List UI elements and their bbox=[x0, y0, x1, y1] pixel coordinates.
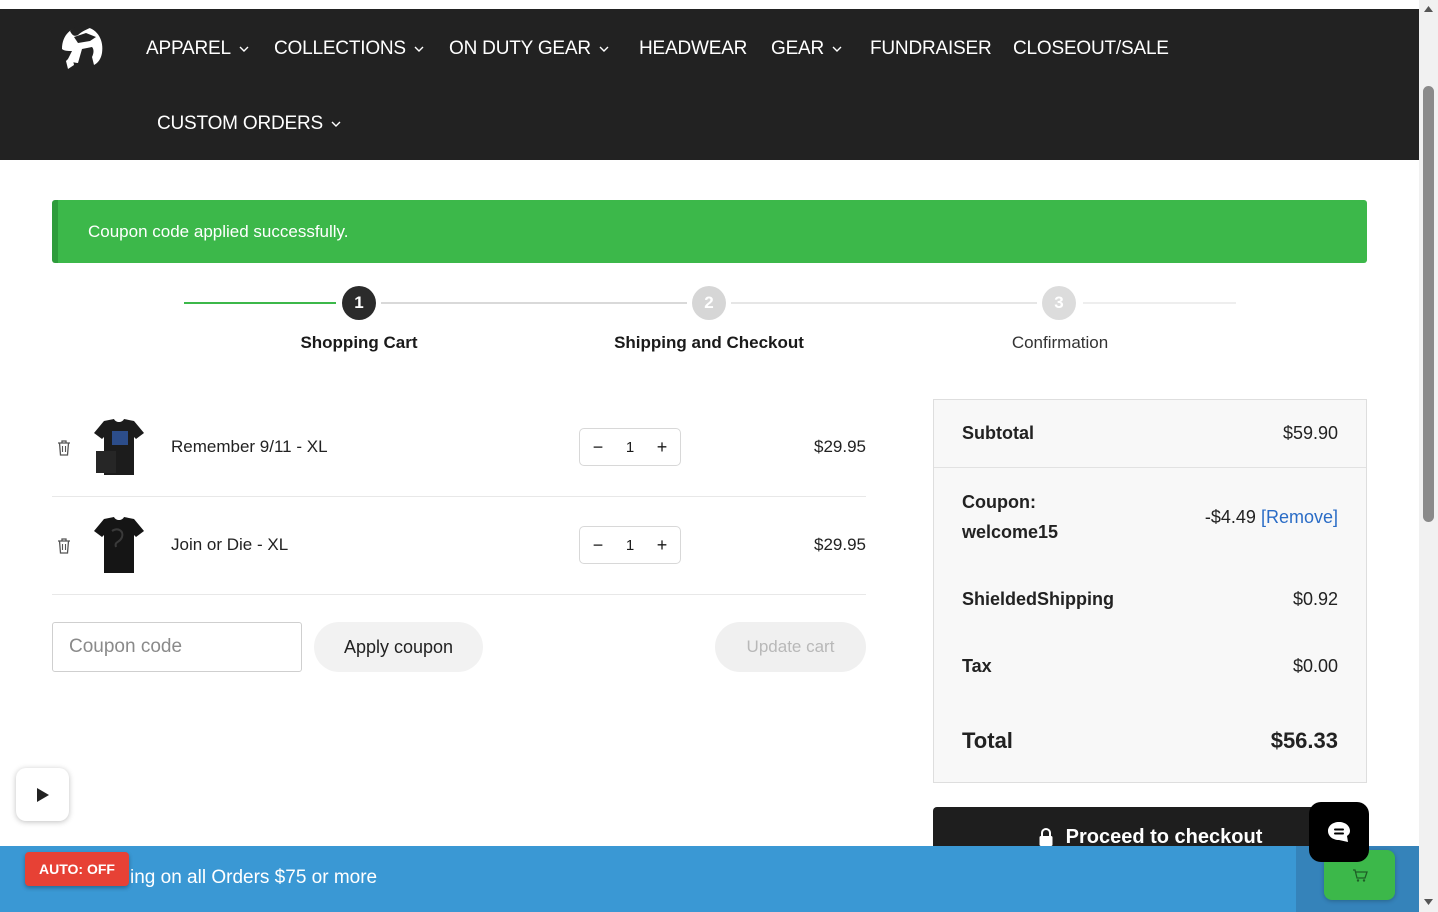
tax-label: Tax bbox=[962, 655, 992, 676]
lock-icon bbox=[1039, 828, 1053, 846]
decrease-quantity-button[interactable]: − bbox=[590, 438, 606, 456]
scroll-down-arrow-icon[interactable] bbox=[1423, 897, 1434, 907]
increase-quantity-button[interactable]: + bbox=[654, 536, 670, 554]
shipping-value: $0.92 bbox=[1292, 588, 1338, 609]
product-thumbnail[interactable] bbox=[92, 417, 146, 477]
apply-coupon-button[interactable]: Apply coupon bbox=[314, 622, 483, 672]
step-line bbox=[381, 302, 687, 304]
step-3-number: 3 bbox=[1054, 293, 1064, 312]
nav-custom-orders-label: CUSTOM ORDERS bbox=[157, 113, 323, 134]
chevron-down-icon bbox=[599, 46, 609, 52]
nav-custom-orders[interactable]: CUSTOM ORDERS bbox=[157, 113, 341, 135]
step-1-number: 1 bbox=[354, 293, 364, 312]
remove-coupon-link[interactable]: [Remove] bbox=[1261, 507, 1338, 527]
chevron-down-icon bbox=[832, 46, 842, 52]
coupon-code-name: welcome15 bbox=[962, 522, 1059, 542]
update-cart-label: Update cart bbox=[746, 637, 835, 656]
subtotal-label: Subtotal bbox=[962, 423, 1034, 443]
chat-icon bbox=[1328, 822, 1350, 842]
cart-icon bbox=[1352, 869, 1368, 882]
total-row: Total $56.33 bbox=[934, 716, 1366, 766]
nav-collections[interactable]: COLLECTIONS bbox=[274, 38, 424, 60]
coupon-label: Coupon: welcome15 bbox=[962, 487, 1058, 547]
shipping-row: ShieldedShipping $0.92 bbox=[934, 576, 1366, 622]
item-price: $29.95 bbox=[814, 437, 866, 456]
coupon-label-title: Coupon: bbox=[962, 492, 1036, 512]
nav-apparel[interactable]: APPAREL bbox=[146, 38, 249, 60]
nav-gear-label: GEAR bbox=[771, 38, 825, 59]
product-name[interactable]: Remember 9/11 - XL bbox=[171, 437, 328, 457]
nav-closeout-sale-label: CLOSEOUT/SALE bbox=[1013, 38, 1169, 59]
top-strip bbox=[0, 0, 1419, 9]
tax-row: Tax $0.00 bbox=[934, 643, 1366, 689]
nav-headwear-label: HEADWEAR bbox=[639, 38, 748, 59]
cart-item-row: Join or Die - XL − 1 + $29.95 bbox=[52, 497, 866, 595]
chevron-down-icon bbox=[239, 46, 249, 52]
step-3-circle: 3 bbox=[1042, 286, 1076, 320]
order-summary: Subtotal $59.90 Coupon: welcome15 -$4.49… bbox=[933, 399, 1367, 783]
step-progress-line bbox=[184, 302, 336, 304]
chat-widget-button[interactable] bbox=[1309, 802, 1369, 862]
step-1-circle: 1 bbox=[342, 286, 376, 320]
nav-gear[interactable]: GEAR bbox=[771, 38, 842, 60]
step-1-label: Shopping Cart bbox=[300, 333, 418, 352]
step-line bbox=[731, 302, 1037, 304]
step-2-label: Shipping and Checkout bbox=[614, 333, 804, 352]
trash-icon[interactable] bbox=[56, 537, 72, 555]
nav-on-duty-gear-label: ON DUTY GEAR bbox=[449, 38, 591, 59]
promo-text: ing on all Orders $75 or more bbox=[130, 867, 378, 888]
total-value: $56.33 bbox=[1270, 728, 1338, 753]
trash-icon[interactable] bbox=[56, 439, 72, 457]
auto-toggle-badge[interactable]: AUTO: OFF bbox=[25, 852, 129, 886]
tax-value: $0.00 bbox=[1292, 655, 1338, 676]
step-3-label: Confirmation bbox=[1011, 333, 1109, 352]
apply-coupon-label: Apply coupon bbox=[343, 636, 454, 657]
coupon-success-alert: Coupon code applied successfully. bbox=[52, 200, 1367, 263]
quantity-value[interactable]: 1 bbox=[626, 439, 634, 456]
step-2-circle: 2 bbox=[692, 286, 726, 320]
subtotal-value: $59.90 bbox=[1282, 423, 1338, 443]
item-price: $29.95 bbox=[814, 535, 866, 554]
play-icon bbox=[36, 787, 49, 802]
nav-fundraiser-label: FUNDRAISER bbox=[870, 38, 992, 59]
quantity-stepper: − 1 + bbox=[579, 526, 681, 564]
product-thumbnail[interactable] bbox=[92, 515, 146, 575]
alert-message: Coupon code applied successfully. bbox=[88, 221, 349, 241]
decrease-quantity-button[interactable]: − bbox=[590, 536, 606, 554]
update-cart-button[interactable]: Update cart bbox=[715, 622, 866, 672]
play-button[interactable] bbox=[16, 768, 69, 821]
scroll-up-arrow-icon[interactable] bbox=[1423, 4, 1434, 14]
quantity-stepper: − 1 + bbox=[579, 428, 681, 466]
increase-quantity-button[interactable]: + bbox=[654, 438, 670, 456]
coupon-discount-value: -$4.49 bbox=[1204, 506, 1256, 527]
shipping-label: ShieldedShipping bbox=[962, 588, 1114, 609]
nav-collections-label: COLLECTIONS bbox=[274, 38, 406, 59]
subtotal-row: Subtotal $59.90 bbox=[934, 400, 1366, 468]
chevron-down-icon bbox=[331, 121, 341, 127]
total-label: Total bbox=[962, 728, 1013, 753]
coupon-row: Coupon: welcome15 -$4.49 [Remove] bbox=[934, 476, 1366, 558]
nav-on-duty-gear[interactable]: ON DUTY GEAR bbox=[449, 38, 609, 60]
nav-closeout-sale[interactable]: CLOSEOUT/SALE bbox=[1013, 38, 1169, 60]
coupon-discount: -$4.49 [Remove] bbox=[1205, 507, 1338, 528]
cart-item-row: Remember 9/11 - XL − 1 + $29.95 bbox=[52, 399, 866, 497]
step-line bbox=[1083, 302, 1236, 304]
chevron-down-icon bbox=[414, 46, 424, 52]
cart-page: APPAREL COLLECTIONS ON DUTY GEAR HEADWEA… bbox=[0, 0, 1438, 912]
auto-toggle-label: AUTO: OFF bbox=[39, 861, 115, 877]
nav-fundraiser[interactable]: FUNDRAISER bbox=[870, 38, 992, 60]
coupon-code-input[interactable] bbox=[52, 622, 302, 672]
site-header: APPAREL COLLECTIONS ON DUTY GEAR HEADWEA… bbox=[0, 9, 1419, 160]
scrollbar-thumb[interactable] bbox=[1423, 86, 1434, 522]
nav-headwear[interactable]: HEADWEAR bbox=[639, 38, 747, 60]
spartan-helmet-logo[interactable] bbox=[52, 19, 108, 75]
product-name[interactable]: Join or Die - XL bbox=[171, 535, 288, 555]
quantity-value[interactable]: 1 bbox=[626, 537, 634, 554]
nav-apparel-label: APPAREL bbox=[146, 38, 231, 59]
step-2-number: 2 bbox=[704, 293, 714, 312]
